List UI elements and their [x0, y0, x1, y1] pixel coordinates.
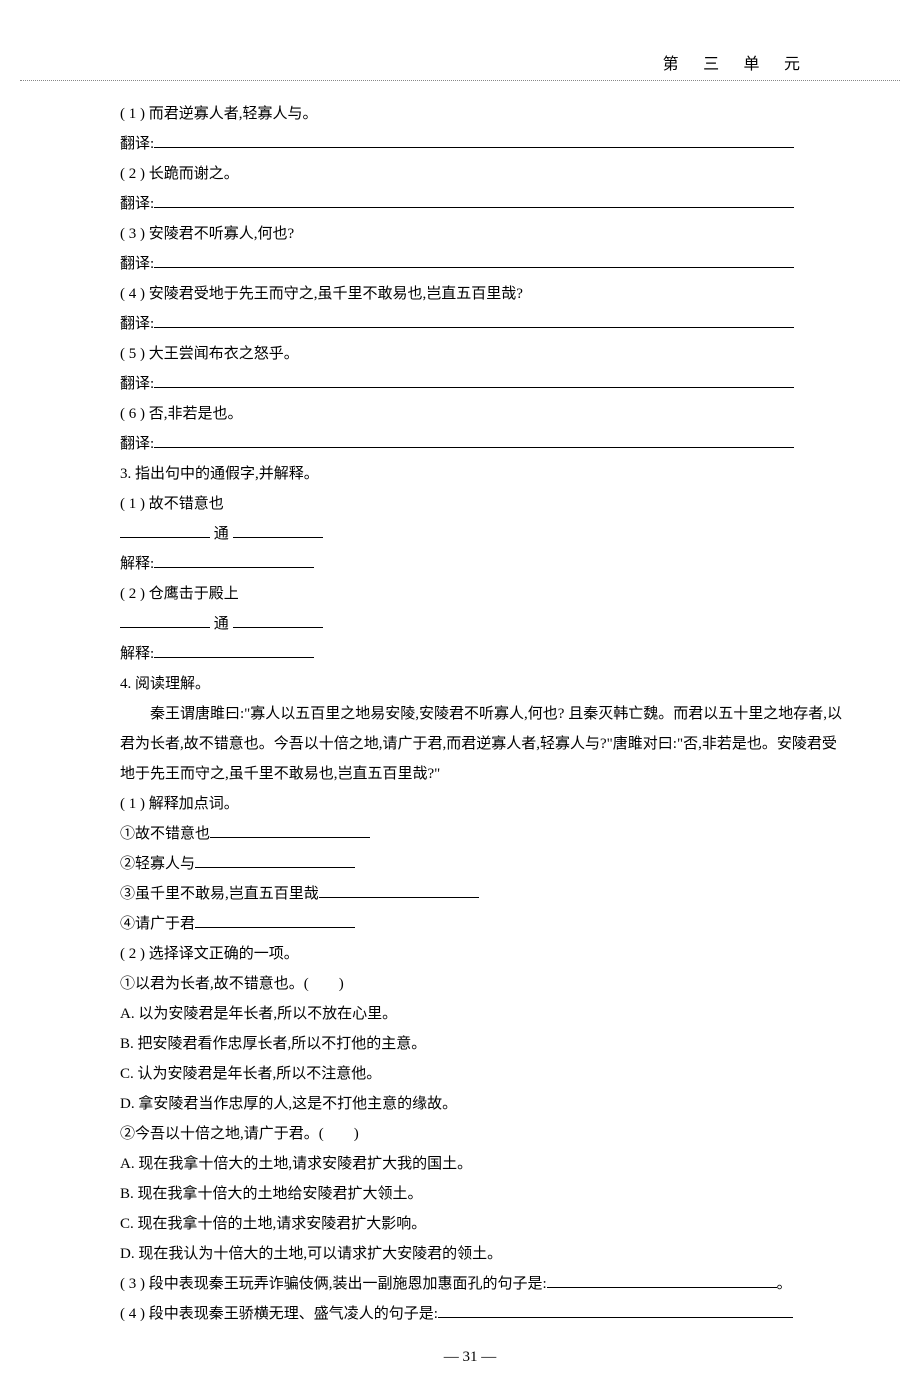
- q3-b-explain: 解释:: [90, 639, 850, 669]
- q4-passage: 秦王谓唐雎曰:"寡人以五百里之地易安陵,安陵君不听寡人,何也? 且秦灭韩亡魏。而…: [90, 699, 850, 789]
- q4-title: 4. 阅读理解。: [90, 669, 850, 699]
- explain-label: 解释:: [120, 646, 154, 662]
- q4-p1-i3: ③虽千里不敢易,岂直五百里哉: [90, 879, 850, 909]
- page-footer: — 31 —: [90, 1349, 850, 1366]
- q4-p4-text: ( 4 ) 段中表现秦王骄横无理、盛气凌人的句子是:: [120, 1306, 438, 1322]
- page-number: — 31 —: [444, 1349, 497, 1366]
- q-s1: ( 1 ) 而君逆寡人者,轻寡人与。: [90, 99, 850, 129]
- blank[interactable]: [233, 522, 323, 538]
- q4-p1-i4: ④请广于君: [90, 909, 850, 939]
- q3-a-blanks: 通: [90, 519, 850, 549]
- q-s4-trans: 翻译:: [90, 309, 850, 339]
- item-text: ④请广于君: [120, 916, 195, 932]
- q4-p4: ( 4 ) 段中表现秦王骄横无理、盛气凌人的句子是:: [90, 1299, 850, 1329]
- tong-label: 通: [214, 616, 229, 632]
- q4-p2-q1: ①以君为长者,故不错意也。( ): [90, 969, 850, 999]
- q-s5-trans: 翻译:: [90, 369, 850, 399]
- blank[interactable]: [154, 372, 794, 388]
- blank[interactable]: [154, 192, 794, 208]
- q4-p1-i1: ①故不错意也: [90, 819, 850, 849]
- q3-a: ( 1 ) 故不错意也: [90, 489, 850, 519]
- blank[interactable]: [154, 252, 794, 268]
- q4-p2-q2-A[interactable]: A. 现在我拿十倍大的土地,请求安陵君扩大我的国土。: [90, 1149, 850, 1179]
- item-text: ②轻寡人与: [120, 856, 195, 872]
- q4-p2-q2-C[interactable]: C. 现在我拿十倍的土地,请求安陵君扩大影响。: [90, 1209, 850, 1239]
- blank[interactable]: [195, 912, 355, 928]
- trans-label: 翻译:: [120, 196, 154, 212]
- q3-title: 3. 指出句中的通假字,并解释。: [90, 459, 850, 489]
- q4-p2-q2: ②今吾以十倍之地,请广于君。( ): [90, 1119, 850, 1149]
- q-s3: ( 3 ) 安陵君不听寡人,何也?: [90, 219, 850, 249]
- q4-p2-q1-D[interactable]: D. 拿安陵君当作忠厚的人,这是不打他主意的缘故。: [90, 1089, 850, 1119]
- q4-p2-q2-D[interactable]: D. 现在我认为十倍大的土地,可以请求扩大安陵君的领土。: [90, 1239, 850, 1269]
- trans-label: 翻译:: [120, 316, 154, 332]
- q4-p2-q1-B[interactable]: B. 把安陵君看作忠厚长者,所以不打他的主意。: [90, 1029, 850, 1059]
- q-s5: ( 5 ) 大王尝闻布衣之怒乎。: [90, 339, 850, 369]
- q4-p3-text: ( 3 ) 段中表现秦王玩弄诈骗伎俩,装出一副施恩加惠面孔的句子是:: [120, 1276, 547, 1292]
- trans-label: 翻译:: [120, 136, 154, 152]
- q3-a-explain: 解释:: [90, 549, 850, 579]
- period: 。: [777, 1276, 792, 1292]
- blank[interactable]: [319, 882, 479, 898]
- q4-p1-title: ( 1 ) 解释加点词。: [90, 789, 850, 819]
- item-text: ①故不错意也: [120, 826, 210, 842]
- blank[interactable]: [438, 1302, 793, 1318]
- explain-label: 解释:: [120, 556, 154, 572]
- q-s6-trans: 翻译:: [90, 429, 850, 459]
- q3-b: ( 2 ) 仓鹰击于殿上: [90, 579, 850, 609]
- blank[interactable]: [154, 132, 794, 148]
- trans-label: 翻译:: [120, 256, 154, 272]
- q-s4: ( 4 ) 安陵君受地于先王而守之,虽千里不敢易也,岂直五百里哉?: [90, 279, 850, 309]
- blank[interactable]: [120, 522, 210, 538]
- tong-label: 通: [214, 526, 229, 542]
- unit-header: 第 三 单 元: [90, 50, 850, 74]
- blank[interactable]: [154, 552, 314, 568]
- q3-b-blanks: 通: [90, 609, 850, 639]
- blank[interactable]: [154, 432, 794, 448]
- trans-label: 翻译:: [120, 436, 154, 452]
- q-s6: ( 6 ) 否,非若是也。: [90, 399, 850, 429]
- q4-p1-i2: ②轻寡人与: [90, 849, 850, 879]
- blank[interactable]: [210, 822, 370, 838]
- q4-p3: ( 3 ) 段中表现秦王玩弄诈骗伎俩,装出一副施恩加惠面孔的句子是: 。: [90, 1269, 850, 1299]
- q-s2: ( 2 ) 长跪而谢之。: [90, 159, 850, 189]
- q4-p2-q1-A[interactable]: A. 以为安陵君是年长者,所以不放在心里。: [90, 999, 850, 1029]
- q4-p2-q1-C[interactable]: C. 认为安陵君是年长者,所以不注意他。: [90, 1059, 850, 1089]
- blank[interactable]: [233, 612, 323, 628]
- q-s3-trans: 翻译:: [90, 249, 850, 279]
- blank[interactable]: [120, 612, 210, 628]
- blank[interactable]: [547, 1272, 777, 1288]
- item-text: ③虽千里不敢易,岂直五百里哉: [120, 886, 319, 902]
- trans-label: 翻译:: [120, 376, 154, 392]
- q-s1-trans: 翻译:: [90, 129, 850, 159]
- q4-p2-title: ( 2 ) 选择译文正确的一项。: [90, 939, 850, 969]
- header-divider: [20, 80, 900, 81]
- blank[interactable]: [195, 852, 355, 868]
- blank[interactable]: [154, 642, 314, 658]
- blank[interactable]: [154, 312, 794, 328]
- q4-p2-q2-B[interactable]: B. 现在我拿十倍大的土地给安陵君扩大领土。: [90, 1179, 850, 1209]
- q-s2-trans: 翻译:: [90, 189, 850, 219]
